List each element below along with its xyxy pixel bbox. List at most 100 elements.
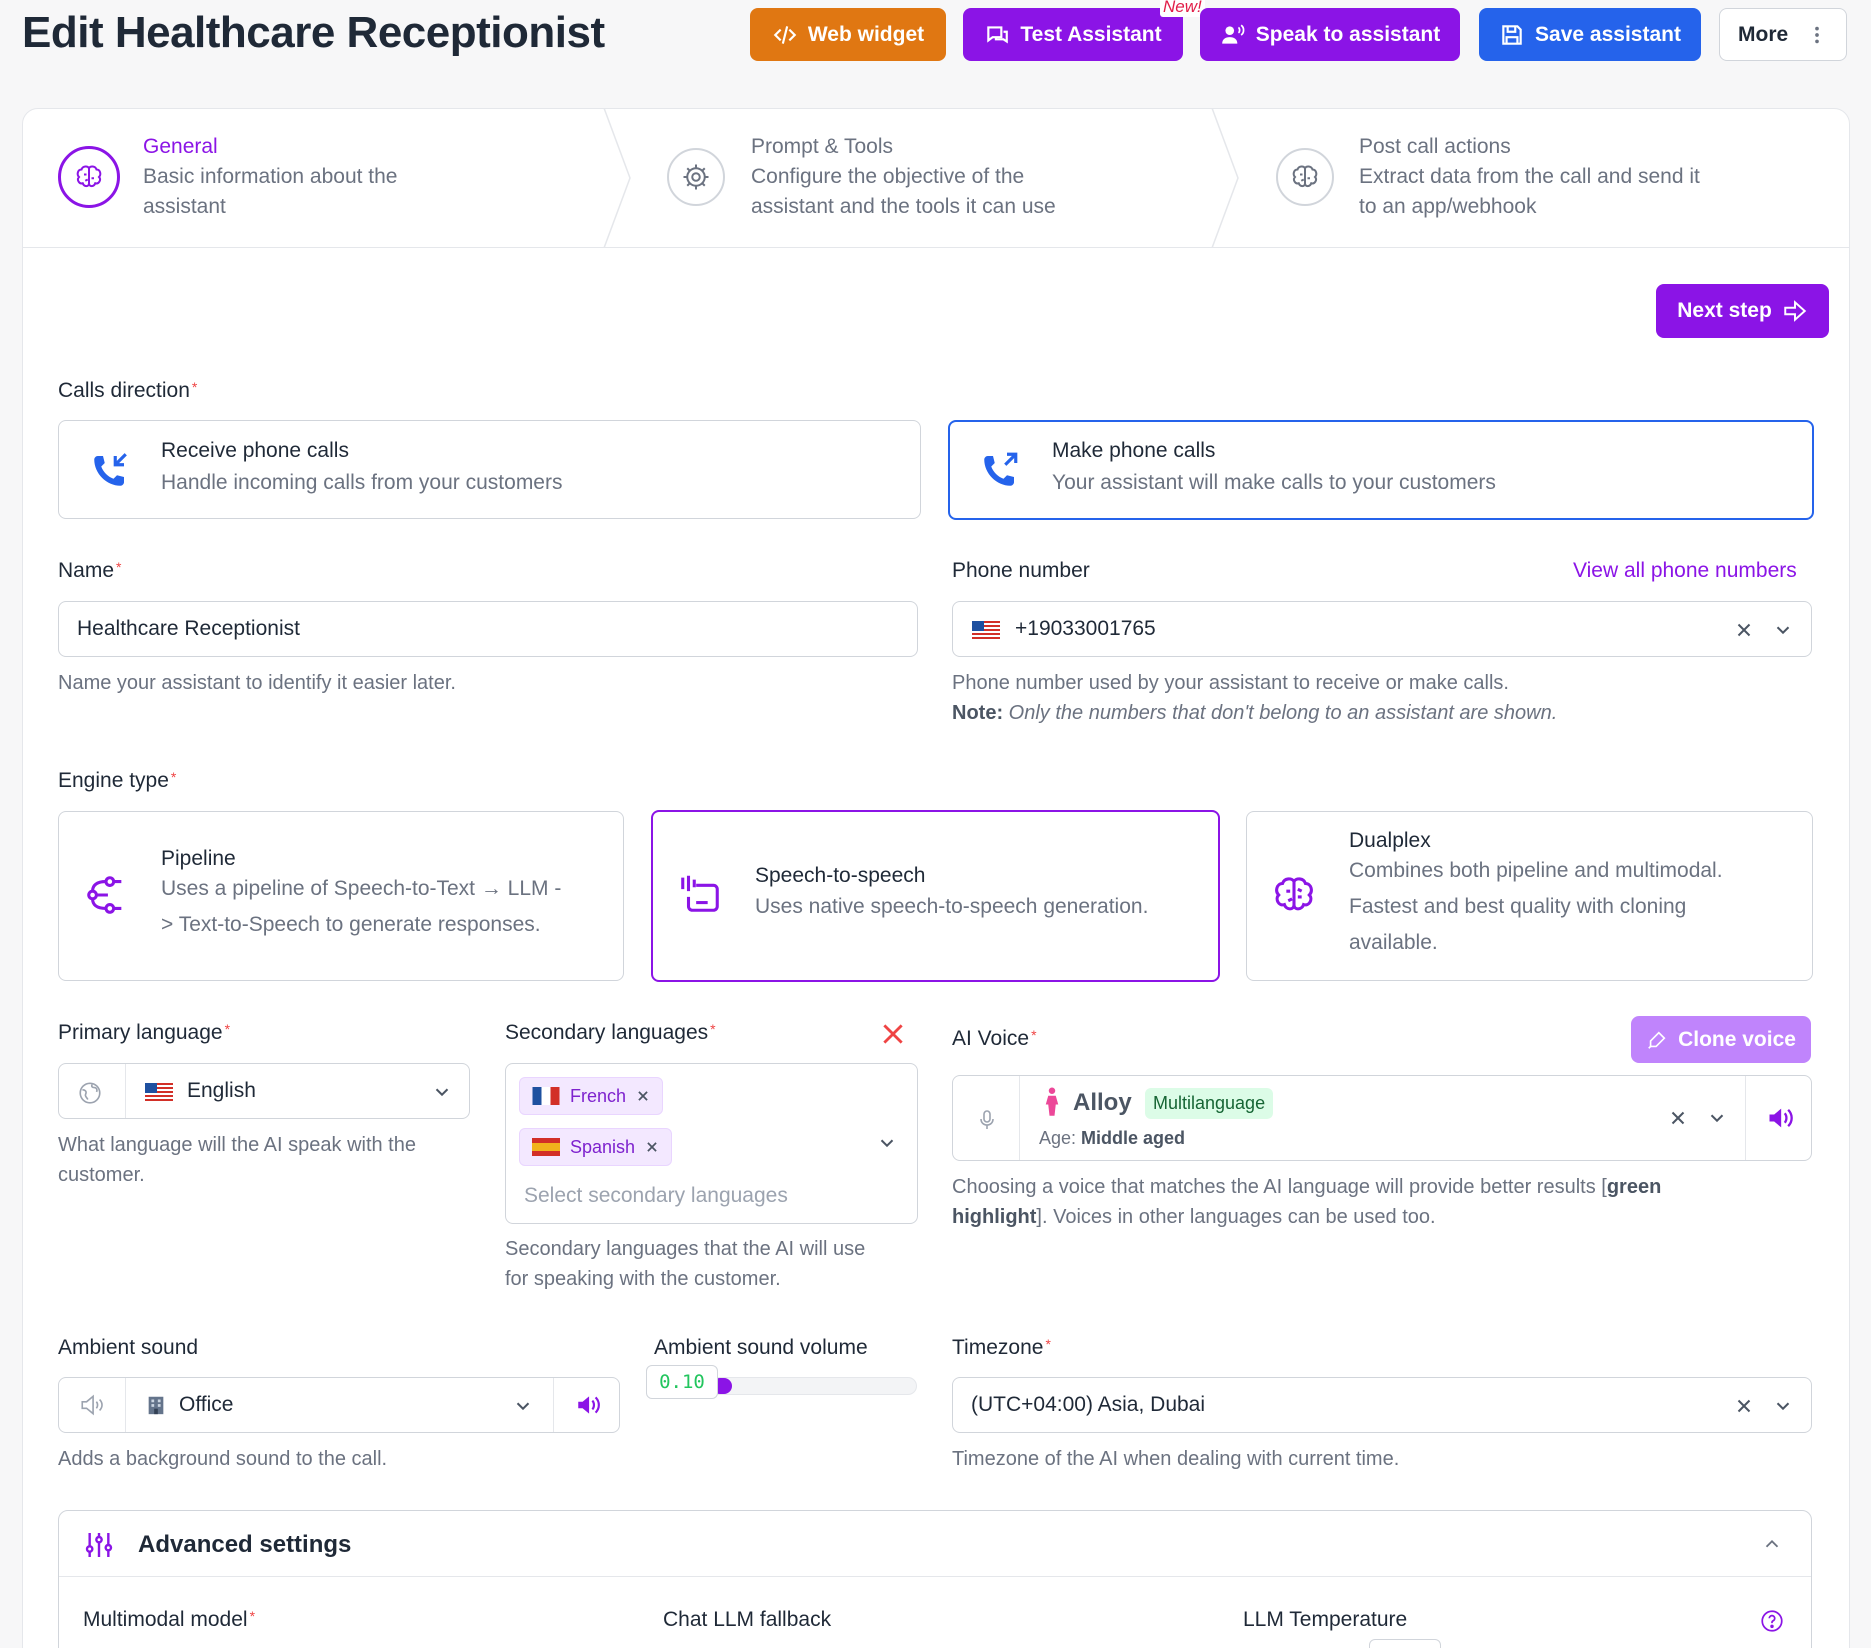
more-button[interactable]: More xyxy=(1719,8,1847,61)
chat-llm-fallback-label: Chat LLM fallback xyxy=(663,1608,832,1631)
ambient-sound-help: Adds a background sound to the call. xyxy=(58,1448,388,1470)
chevron-down-icon[interactable] xyxy=(876,1132,898,1154)
name-input[interactable]: Healthcare Receptionist xyxy=(58,601,918,657)
receive-calls-option[interactable]: Receive phone calls Handle incoming call… xyxy=(58,420,921,519)
engine-dualplex-option[interactable]: Dualplex Combines both pipeline and mult… xyxy=(1246,811,1813,981)
ai-voice-select[interactable]: Alloy Multilanguage Age: Middle aged xyxy=(952,1075,1812,1161)
step-prompt-title[interactable]: Prompt & Tools xyxy=(751,135,893,159)
chevron-down-icon[interactable] xyxy=(512,1395,534,1417)
primary-language-label: Primary language * xyxy=(58,1021,231,1044)
primary-language-help-2: customer. xyxy=(58,1164,145,1186)
ai-voice-help-1: Choosing a voice that matches the AI lan… xyxy=(952,1176,1662,1198)
voice-age: Age: Middle aged xyxy=(1039,1128,1186,1148)
speech-to-speech-icon xyxy=(681,875,719,912)
arrow-right-icon xyxy=(1784,300,1806,322)
advanced-settings-header[interactable]: Advanced settings xyxy=(59,1511,1811,1577)
advanced-settings-panel: Advanced settings Multimodal model * Chat… xyxy=(58,1510,1812,1648)
engine-pipeline-option[interactable]: Pipeline Uses a pipeline of Speech-to-Te… xyxy=(58,811,624,981)
code-icon xyxy=(773,25,797,44)
ambient-sound-select[interactable]: Office xyxy=(58,1377,620,1433)
step-prompt-desc: Configure the objective of the assistant… xyxy=(751,165,1056,218)
globe-icon xyxy=(79,1082,101,1104)
gear-icon xyxy=(683,164,709,190)
llm-temperature-value[interactable]: 0.30 xyxy=(1369,1639,1441,1648)
speaker-play-icon[interactable] xyxy=(573,1392,603,1418)
outgoing-call-icon xyxy=(984,452,1018,486)
spain-flag-icon xyxy=(532,1138,560,1156)
person-voice-icon xyxy=(1221,24,1245,44)
timezone-help: Timezone of the AI when dealing with cur… xyxy=(952,1448,1400,1470)
web-widget-button[interactable]: Web widget xyxy=(750,8,946,61)
brain-icon xyxy=(1275,877,1313,911)
new-badge: New! xyxy=(1160,0,1205,17)
calls-direction-label: Calls direction * xyxy=(58,379,198,402)
step-separator xyxy=(1211,108,1239,248)
secondary-languages-placeholder[interactable]: Select secondary languages xyxy=(524,1184,788,1208)
france-flag-icon xyxy=(532,1087,560,1105)
engine-speech-to-speech-option[interactable]: Speech-to-speech Uses native speech-to-s… xyxy=(651,810,1220,982)
remove-chip-icon[interactable] xyxy=(636,1089,650,1103)
view-all-phone-numbers-link[interactable]: View all phone numbers xyxy=(1573,559,1797,583)
clear-icon[interactable] xyxy=(1667,1107,1689,1129)
sliders-icon xyxy=(85,1533,113,1557)
female-icon xyxy=(1045,1087,1059,1116)
us-flag-icon xyxy=(972,621,1000,639)
multimodal-model-label: Multimodal model * xyxy=(83,1608,256,1631)
make-calls-option[interactable]: Make phone calls Your assistant will mak… xyxy=(948,420,1814,520)
language-chip-spanish: Spanish xyxy=(519,1128,673,1166)
phone-label: Phone number xyxy=(952,559,1090,582)
ambient-volume-value[interactable]: 0.10 xyxy=(646,1365,718,1399)
engine-type-label: Engine type * xyxy=(58,769,177,792)
chat-icon xyxy=(987,25,1009,44)
step-postcall-desc: Extract data from the call and send it t… xyxy=(1359,165,1700,218)
office-building-icon xyxy=(148,1396,164,1415)
step-postcall-title[interactable]: Post call actions xyxy=(1359,135,1511,159)
ambient-volume-label: Ambient sound volume xyxy=(654,1336,868,1359)
test-assistant-button[interactable]: Test Assistant xyxy=(963,8,1183,61)
ambient-volume-slider-track[interactable] xyxy=(711,1377,917,1395)
clear-all-icon[interactable] xyxy=(880,1021,906,1047)
speaker-play-icon[interactable] xyxy=(1765,1104,1795,1132)
save-icon xyxy=(1502,24,1522,45)
brain-icon xyxy=(76,165,102,188)
secondary-languages-help-1: Secondary languages that the AI will use xyxy=(505,1238,866,1260)
ambient-sound-label: Ambient sound xyxy=(58,1336,199,1359)
clear-icon[interactable] xyxy=(1733,619,1755,641)
step-prompt-icon[interactable] xyxy=(667,148,725,206)
name-label: Name * xyxy=(58,559,122,582)
step-general-title[interactable]: General xyxy=(143,135,218,159)
speak-to-assistant-button[interactable]: Speak to assistant xyxy=(1200,8,1460,61)
microphone-icon[interactable] xyxy=(975,1106,999,1134)
pipette-icon xyxy=(1648,1030,1666,1049)
pipeline-icon xyxy=(87,876,122,914)
primary-language-select[interactable]: English xyxy=(58,1063,470,1119)
next-step-button[interactable]: Next step xyxy=(1656,284,1829,338)
phone-note: Note: Only the numbers that don't belong… xyxy=(952,702,1558,724)
timezone-label: Timezone * xyxy=(952,1336,1051,1359)
incoming-call-icon xyxy=(94,453,127,486)
chevron-down-icon[interactable] xyxy=(1706,1107,1728,1129)
ai-voice-help-2: highlight]. Voices in other languages ca… xyxy=(952,1206,1436,1228)
remove-chip-icon[interactable] xyxy=(645,1140,659,1154)
phone-select[interactable]: +19033001765 xyxy=(952,601,1812,657)
us-flag-icon xyxy=(145,1083,173,1101)
step-general-desc: Basic information about the assistant xyxy=(143,165,398,218)
clone-voice-button[interactable]: Clone voice xyxy=(1631,1016,1811,1063)
chevron-down-icon[interactable] xyxy=(1772,1395,1794,1417)
secondary-languages-select[interactable]: French Spanish Select secondary language… xyxy=(505,1063,918,1224)
chevron-up-icon[interactable] xyxy=(1761,1533,1783,1555)
step-separator xyxy=(603,108,631,248)
step-general-icon[interactable] xyxy=(58,146,120,208)
chevron-down-icon[interactable] xyxy=(431,1081,453,1103)
chevron-down-icon[interactable] xyxy=(1772,619,1794,641)
secondary-languages-label: Secondary languages * xyxy=(505,1021,716,1044)
help-icon[interactable] xyxy=(1759,1608,1785,1634)
kebab-icon xyxy=(1815,26,1819,43)
page-title: Edit Healthcare Receptionist xyxy=(22,8,605,57)
ai-voice-label: AI Voice * xyxy=(952,1027,1037,1050)
save-assistant-button[interactable]: Save assistant xyxy=(1479,8,1701,61)
name-help: Name your assistant to identify it easie… xyxy=(58,672,456,694)
timezone-select[interactable]: (UTC+04:00) Asia, Dubai xyxy=(952,1377,1812,1433)
clear-icon[interactable] xyxy=(1733,1395,1755,1417)
step-postcall-icon[interactable] xyxy=(1276,148,1334,206)
